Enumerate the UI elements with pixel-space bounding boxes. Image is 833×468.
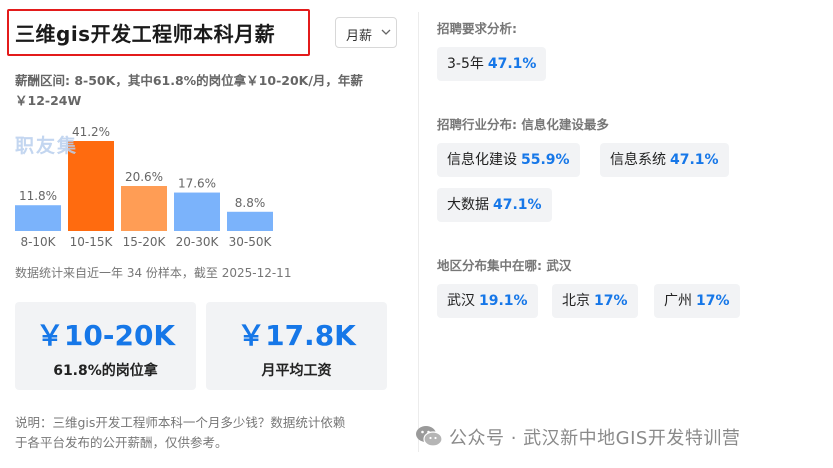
- tag-experience-3-5[interactable]: 3-5年 47.1%: [437, 47, 547, 81]
- stats-note: 数据统计来自近一年 34 份样本，截至 2025-12-11: [15, 266, 292, 280]
- wechat-watermark: 公众号 · 武汉新中地GIS开发特训营: [413, 421, 829, 451]
- tag-pct: 47.1%: [670, 152, 719, 168]
- category-label: 20-30K: [176, 235, 220, 249]
- industry-title: 招聘行业分布: 信息化建设最多: [437, 117, 609, 132]
- tag-name: 广州: [664, 293, 692, 309]
- salary-range-value: ￥10-20K: [35, 319, 176, 352]
- tag-industry-info-systems[interactable]: 信息系统 47.1%: [600, 143, 729, 177]
- tag-industry-big-data[interactable]: 大数据 47.1%: [437, 188, 552, 222]
- wechat-icon: [416, 426, 443, 447]
- average-salary-card: ￥17.8K 月平均工资: [206, 302, 387, 390]
- tag-pct: 19.1%: [479, 293, 528, 309]
- category-label: 15-20K: [123, 235, 167, 249]
- bar-value-label: 17.6%: [178, 177, 216, 191]
- tag-pct: 47.1%: [487, 56, 537, 72]
- watermark-logo: 职友集: [15, 135, 79, 157]
- footnote-line1: 说明：三维gis开发工程师本科一个月多少钱？数据统计依赖: [15, 415, 346, 430]
- salary-panel: 三维gis开发工程师本科月薪 月薪 薪酬区间: 8-50K，其中61.8%的岗位…: [0, 0, 420, 468]
- bar-value-label: 8.8%: [235, 196, 266, 210]
- category-label: 8-10K: [20, 235, 56, 249]
- tag-name: 3-5年: [447, 56, 484, 72]
- analysis-panel: 招聘要求分析: 3-5年 47.1% 招聘行业分布: 信息化建设最多 信息化建设 5…: [437, 0, 833, 468]
- average-salary-label: 月平均工资: [261, 363, 332, 379]
- bar-20-30K: [174, 192, 220, 231]
- tag-region-beijing[interactable]: 北京 17%: [552, 284, 638, 318]
- average-salary-value: ￥17.8K: [237, 319, 356, 352]
- category-label: 10-15K: [70, 235, 114, 249]
- tag-pct: 55.9%: [521, 152, 570, 168]
- tag-pct: 17%: [696, 293, 730, 309]
- tag-region-wuhan[interactable]: 武汉 19.1%: [437, 284, 538, 318]
- category-label: 30-50K: [229, 235, 273, 249]
- wechat-account-name: 公众号 · 武汉新中地GIS开发特训营: [449, 428, 741, 449]
- tag-pct: 47.1%: [493, 197, 542, 213]
- page-title: 三维gis开发工程师本科月薪: [15, 22, 276, 46]
- salary-range-label: 61.8%的岗位拿: [53, 363, 158, 379]
- footnote: 说明：三维gis开发工程师本科一个月多少钱？数据统计依赖 于各平台发布的公开薪酬…: [15, 413, 405, 453]
- period-select[interactable]: 月薪: [335, 17, 397, 48]
- tag-name: 武汉: [447, 293, 475, 309]
- salary-summary-line1: 薪酬区间: 8-50K，其中61.8%的岗位拿￥10-20K/月，年薪: [15, 73, 363, 88]
- salary-range-card: ￥10-20K 61.8%的岗位拿: [15, 302, 196, 390]
- tag-name: 大数据: [447, 197, 489, 213]
- footnote-line2: 于各平台发布的公开薪酬，仅供参考。: [15, 435, 228, 450]
- bar-value-label: 11.8%: [19, 189, 57, 203]
- tag-industry-info-construction[interactable]: 信息化建设 55.9%: [437, 143, 580, 177]
- requirements-title: 招聘要求分析:: [437, 21, 517, 36]
- tag-name: 信息系统: [610, 152, 666, 168]
- salary-summary-line2: ￥12-24W: [15, 93, 82, 108]
- tag-name: 北京: [562, 293, 590, 309]
- region-title: 地区分布集中在哪: 武汉: [437, 258, 572, 273]
- bar-value-label: 20.6%: [125, 170, 163, 184]
- tag-pct: 17%: [594, 293, 628, 309]
- period-select-label: 月薪: [346, 29, 373, 44]
- bar-30-50K: [227, 211, 273, 231]
- tag-region-guangzhou[interactable]: 广州 17%: [654, 284, 740, 318]
- bar-15-20K: [121, 186, 167, 231]
- salary-summary: 薪酬区间: 8-50K，其中61.8%的岗位拿￥10-20K/月，年薪 ￥12-…: [15, 71, 395, 111]
- bar-8-10K: [15, 205, 61, 231]
- tag-name: 信息化建设: [447, 152, 517, 168]
- column-divider: [418, 12, 419, 452]
- chevron-down-icon: [381, 29, 391, 35]
